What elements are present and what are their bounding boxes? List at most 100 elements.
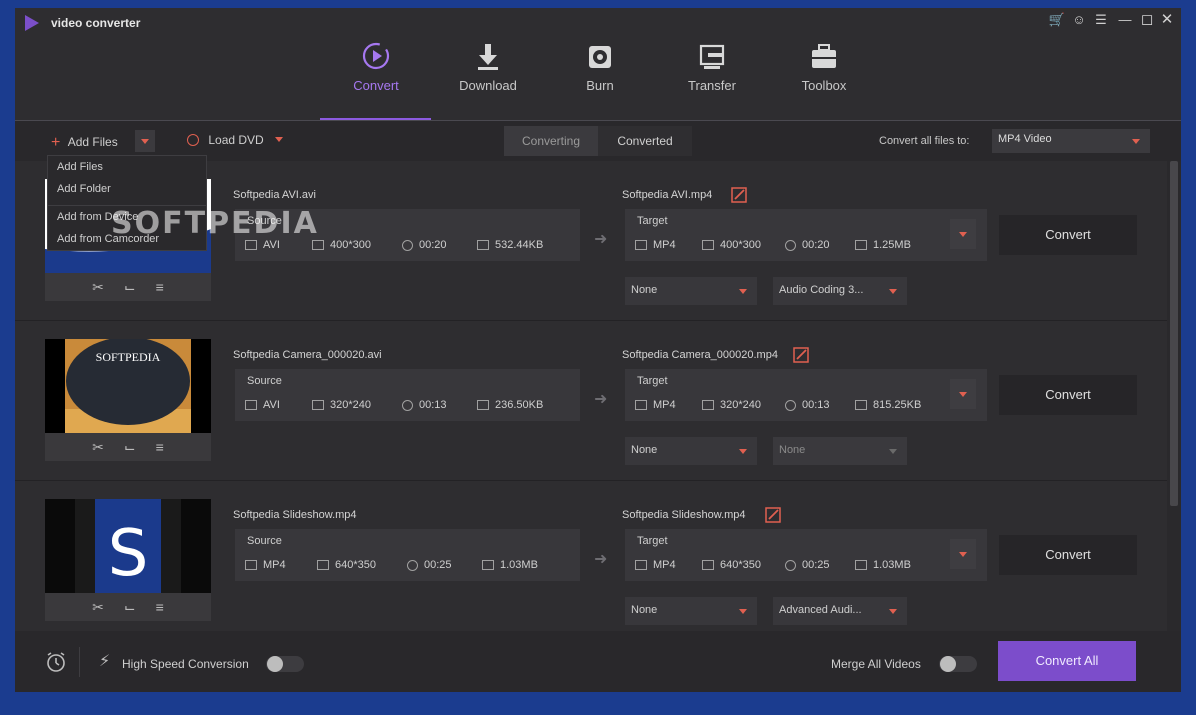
film-icon [245,400,257,410]
maximize-icon[interactable]: ◻ [1137,10,1157,28]
video-thumbnail[interactable]: SOFTPEDIA [45,339,211,433]
subtitle-select[interactable]: None [625,277,757,305]
high-speed-label: High Speed Conversion [122,657,249,671]
tab-toolbox[interactable]: Toolbox [768,38,880,120]
subtitle-value: None [631,444,658,456]
tab-convert[interactable]: Convert [320,38,432,120]
source-resolution-value: 640*350 [335,559,376,571]
edit-icon[interactable] [731,187,747,203]
add-files-dropdown[interactable] [135,130,155,152]
tab-transfer-label: Transfer [688,78,736,93]
convert-button[interactable]: Convert [999,215,1137,255]
arrow-right-icon: ➜ [594,231,608,248]
chevron-down-icon [141,139,149,144]
tab-burn[interactable]: Burn [544,38,656,120]
target-resolution-value: 320*240 [720,399,761,411]
thumbnail-tools: ✂ ⌙ ≡ [45,593,211,621]
convert-button[interactable]: Convert [999,375,1137,415]
toolbox-icon [812,44,836,68]
chevron-down-icon [959,232,967,237]
target-format-dropdown[interactable] [950,219,976,249]
target-format-value: MP4 [653,559,676,571]
source-duration-value: 00:20 [419,239,447,251]
tab-converting[interactable]: Converting [504,126,598,156]
source-duration: 00:20 [402,239,447,251]
title-bar: video converter 🛒 ☺ ☰ — ◻ ✕ [15,8,1181,38]
chevron-down-icon [889,289,897,294]
chevron-down-icon [959,392,967,397]
convert-all-button[interactable]: Convert All [998,641,1136,681]
app-title: video converter [51,16,141,30]
file-list-scrollbar[interactable] [1167,161,1181,631]
target-info: Target MP4 640*350 00:25 1.03MB [625,529,987,581]
effects-icon[interactable]: ≡ [156,279,164,295]
crop-icon[interactable]: ⌙ [124,279,136,296]
transfer-icon [699,44,725,69]
target-info: Target MP4 320*240 00:13 815.25KB [625,369,987,421]
target-label: Target [637,535,668,547]
subtitle-select[interactable]: None [625,597,757,625]
video-thumbnail[interactable]: S [45,499,211,593]
edit-icon[interactable] [765,507,781,523]
clock-icon [407,559,418,571]
folder-icon [855,560,867,570]
target-filename: Softpedia Camera_000020.mp4 [622,349,778,361]
target-size-value: 1.03MB [873,559,911,571]
target-format: MP4 [635,399,676,411]
chevron-down-icon [889,449,897,454]
source-size: 236.50KB [477,399,543,411]
source-filename: Softpedia AVI.avi [233,189,316,201]
target-format-dropdown[interactable] [950,539,976,569]
source-filename: Softpedia Camera_000020.avi [233,349,382,361]
clock-icon [402,239,413,251]
target-format-dropdown[interactable] [950,379,976,409]
target-duration-value: 00:20 [802,239,830,251]
source-info: Source MP4 640*350 00:25 1.03MB [235,529,580,581]
audio-select[interactable]: None [773,437,907,465]
scrollbar-thumb[interactable] [1170,161,1178,506]
target-resolution: 640*350 [702,559,761,571]
user-icon[interactable]: ☺ [1069,12,1089,27]
convert-button[interactable]: Convert [999,535,1137,575]
scissors-icon[interactable]: ✂ [92,439,104,456]
crop-icon[interactable]: ⌙ [124,439,136,456]
edit-icon[interactable] [793,347,809,363]
chevron-down-icon [889,609,897,614]
menu-item-add-files[interactable]: Add Files [48,156,206,178]
cart-icon[interactable]: 🛒 [1047,12,1067,28]
audio-select[interactable]: Audio Coding 3... [773,277,907,305]
effects-icon[interactable]: ≡ [156,599,164,615]
chevron-down-icon[interactable] [275,137,284,142]
menu-icon[interactable]: ☰ [1091,12,1111,28]
tab-download[interactable]: Download [432,38,544,120]
source-format-value: AVI [263,399,280,411]
high-speed-toggle[interactable] [266,656,304,672]
crop-icon[interactable]: ⌙ [124,599,136,616]
load-dvd-button[interactable]: Load DVD [187,133,284,147]
subtitle-select[interactable]: None [625,437,757,465]
watermark: SOFTPEDIA [111,206,319,241]
lightning-icon: ⚡ [99,653,111,670]
scissors-icon[interactable]: ✂ [92,279,104,296]
source-duration: 00:25 [407,559,452,571]
resolution-icon [702,560,714,570]
plus-icon: + [51,134,61,151]
effects-icon[interactable]: ≡ [156,439,164,455]
thumbnail-text: S [108,517,149,591]
add-files-button[interactable]: + Add Files [51,133,118,151]
close-icon[interactable]: ✕ [1157,10,1177,28]
convert-all-format-select[interactable]: MP4 Video [992,129,1150,153]
audio-select[interactable]: Advanced Audi... [773,597,907,625]
minimize-icon[interactable]: — [1115,12,1135,27]
tab-transfer[interactable]: Transfer [656,38,768,120]
add-files-label: Add Files [67,135,118,149]
dvd-icon [187,134,199,146]
target-size: 1.03MB [855,559,911,571]
scissors-icon[interactable]: ✂ [92,599,104,616]
toggle-knob [940,656,956,672]
menu-item-add-folder[interactable]: Add Folder [48,178,206,200]
alarm-clock-icon[interactable] [45,651,67,673]
film-icon [635,240,647,250]
merge-toggle[interactable] [939,656,977,672]
tab-converted[interactable]: Converted [598,126,692,156]
